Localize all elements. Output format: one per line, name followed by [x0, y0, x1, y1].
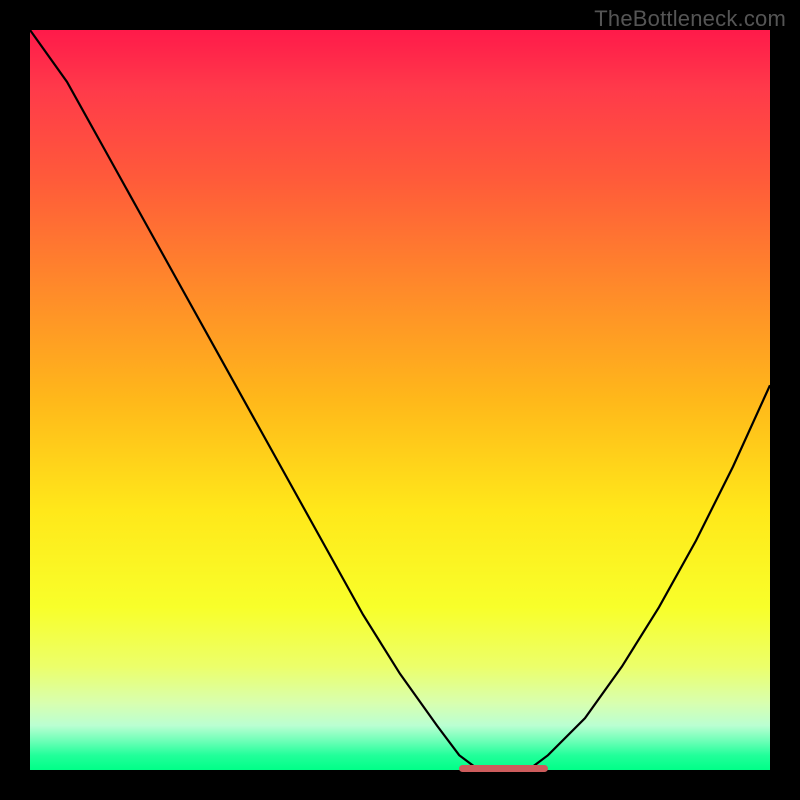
chart-plot-area [30, 30, 770, 770]
bottleneck-curve [30, 30, 770, 770]
watermark-text: TheBottleneck.com [594, 6, 786, 32]
optimal-flat-marker [459, 765, 548, 772]
